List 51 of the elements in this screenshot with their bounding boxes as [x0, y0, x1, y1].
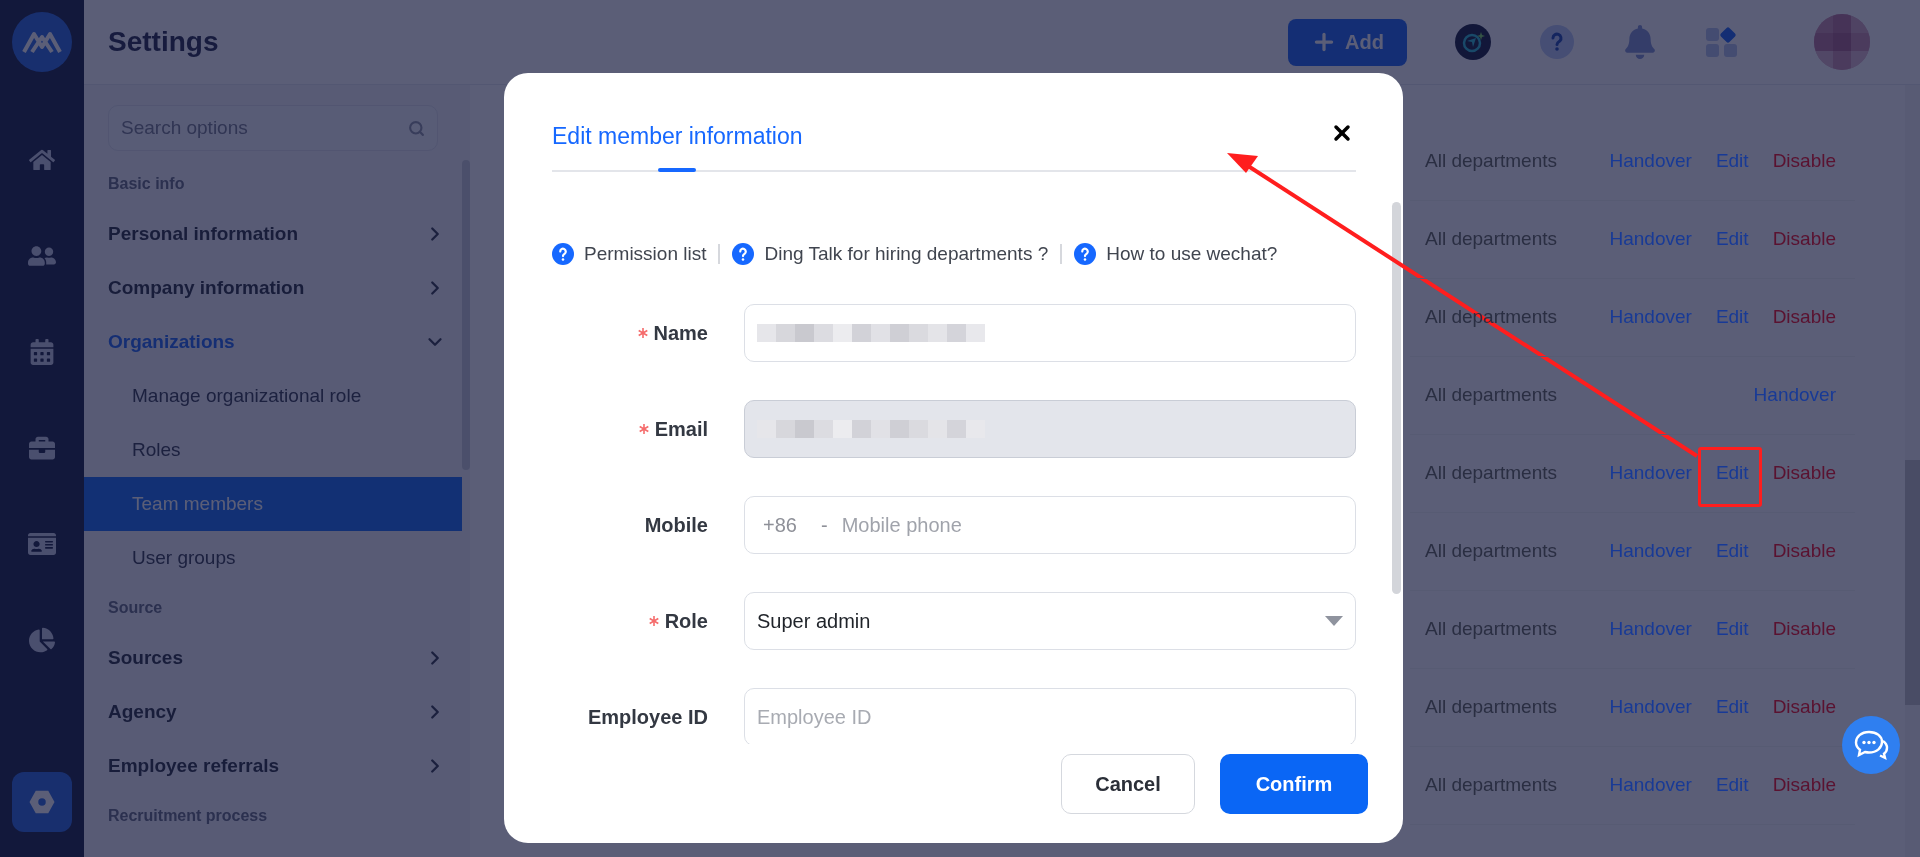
- action-link[interactable]: Edit: [1715, 771, 1749, 800]
- help-link[interactable]: Permission list: [584, 239, 707, 268]
- action-link[interactable]: Edit: [1715, 693, 1749, 722]
- action-link[interactable]: Edit: [1715, 615, 1749, 644]
- action-link[interactable]: Disable: [1772, 615, 1836, 644]
- dialog-button[interactable]: Confirm: [1220, 753, 1368, 814]
- field-label: Email: [654, 417, 708, 442]
- action-link[interactable]: Handover: [1753, 381, 1836, 410]
- action-link[interactable]: Edit: [1715, 459, 1749, 488]
- action-link[interactable]: Disable: [1772, 771, 1836, 800]
- action-link[interactable]: Handover: [1609, 693, 1692, 722]
- country-code[interactable]: +86: [763, 510, 807, 540]
- action-link[interactable]: Edit: [1715, 303, 1749, 332]
- action-link[interactable]: Handover: [1609, 537, 1692, 566]
- action-link[interactable]: Disable: [1772, 147, 1836, 176]
- text-field[interactable]: Employee ID: [744, 688, 1356, 744]
- action-link[interactable]: Disable: [1772, 303, 1836, 332]
- page-title: Settings: [107, 25, 220, 59]
- placeholder-text: Mobile phone: [841, 513, 962, 538]
- help-icon: [1074, 242, 1097, 265]
- field-label: Name: [653, 321, 708, 346]
- help-icon: [552, 242, 574, 265]
- highlight-box: [1698, 447, 1762, 507]
- action-link[interactable]: Disable: [1772, 693, 1836, 722]
- action-link[interactable]: Handover: [1609, 147, 1692, 176]
- help-icon: [732, 242, 755, 265]
- dialog-tab[interactable]: Edit member information: [552, 119, 803, 170]
- phone-field[interactable]: +86 - Mobile phone: [744, 496, 1356, 554]
- field-label: Role: [664, 609, 708, 634]
- action-link[interactable]: Disable: [1772, 459, 1836, 488]
- action-link[interactable]: Disable: [1772, 537, 1836, 566]
- dialog-scrollbar-thumb[interactable]: [1392, 201, 1401, 594]
- caret-icon: [1325, 616, 1343, 626]
- chat-icon: [1853, 729, 1889, 761]
- text-field[interactable]: [744, 304, 1356, 362]
- field-label: Mobile: [644, 513, 708, 538]
- action-link[interactable]: Handover: [1609, 615, 1692, 644]
- action-link[interactable]: Handover: [1609, 771, 1692, 800]
- action-link[interactable]: Edit: [1715, 225, 1749, 254]
- action-link[interactable]: Disable: [1772, 225, 1836, 254]
- action-link[interactable]: Edit: [1715, 537, 1749, 566]
- role-select[interactable]: Super admin: [744, 592, 1356, 650]
- help-link[interactable]: How to use wechat?: [1106, 239, 1278, 268]
- dialog-button[interactable]: Cancel: [1061, 753, 1195, 814]
- help-link[interactable]: Ding Talk for hiring departments ?: [764, 239, 1049, 268]
- separator-text: -: [821, 513, 828, 538]
- action-link[interactable]: Handover: [1609, 225, 1692, 254]
- action-link[interactable]: Handover: [1609, 459, 1692, 488]
- action-link[interactable]: Edit: [1715, 147, 1749, 176]
- action-link[interactable]: Handover: [1609, 303, 1692, 332]
- field-label: Employee ID: [587, 705, 708, 730]
